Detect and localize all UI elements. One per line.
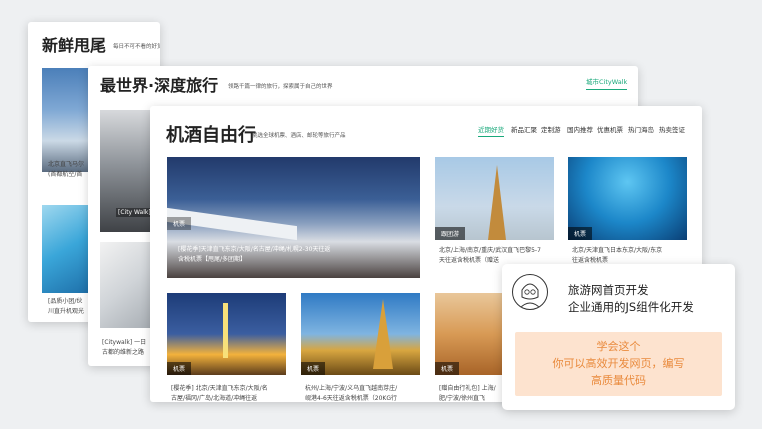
section-subtitle: 每日不可不看的好货 [113,44,160,50]
tab-cheap-flights[interactable]: 优惠机票 [597,124,623,134]
section-subtitle: 领路千篇一律的旅行，探索属于自己的世界 [228,84,333,90]
avatar-icon [512,274,548,310]
citywalk-link[interactable]: 城市CityWalk [586,76,628,90]
photo-tag: 跟团游 [435,227,466,240]
tile-caption[interactable]: 杭州/上海/宁波/义乌直飞越南芽庄/ 岘港4-6天往返含税机票（20KG行 [305,384,423,402]
photo-tag: 机票 [435,362,460,375]
photo-tag: 机票 [167,217,192,230]
photo-winter-trees[interactable]: [City Walk] [100,110,156,232]
tab-custom-tours[interactable]: 定制游 [541,124,561,134]
photo-tag: 机票 [568,227,593,240]
eiffel-shape [488,165,506,240]
section-title: 机酒自由行 [166,125,256,146]
promo-title: 旅游网首页开发 [568,283,649,297]
photo-ice-cave[interactable] [42,205,90,293]
tile-caption[interactable]: [品质小团/伙 川直升机观光 [48,297,92,317]
photo-tag: [City Walk] [116,208,153,217]
photo-snow-port[interactable] [42,68,90,172]
section-title: 新鲜甩尾 [42,36,107,55]
photo-bridge-night[interactable]: 机票 [167,293,286,375]
photo-eiffel-tower[interactable]: 跟团游 [435,157,554,240]
section-title: 最世界·深度旅行 [100,76,219,95]
featured-deal-tile[interactable]: 机票 [樱花季]天津直飞东京/大阪/名古屋/冲绳/札幌2-30天往返 含税机票【… [167,157,420,278]
tab-visa[interactable]: 热卖签证 [659,124,685,134]
photo-aquarium[interactable]: 机票 [568,157,687,240]
photo-tag: 机票 [167,362,192,375]
tab-hot-islands[interactable]: 热门海岛 [628,124,654,134]
section-subtitle: 挑选全球机票、酒店、邮轮等旅行产品 [252,133,346,139]
temple-spire [373,299,393,369]
promo-highlight-box[interactable]: 学会这个 你可以高效开发网页，编写 高质量代码 [515,332,722,396]
photo-thai-temple[interactable]: 机票 [301,293,420,375]
tile-caption[interactable]: 北京直飞马尔 (首都航空/首 [48,160,92,180]
promo-card: 旅游网首页开发 企业通用的JS组件化开发 学会这个 你可以高效开发网页，编写 高… [502,264,735,410]
tile-caption[interactable]: [樱花季] 北京/天津直飞东京/大阪/名 古屋/福冈/广岛/北海道/冲绳往返 [171,384,289,402]
promo-subtitle: 企业通用的JS组件化开发 [568,300,694,314]
tab-domestic[interactable]: 国内推荐 [567,124,593,134]
tile-caption[interactable]: 北京/上海/南京/重庆/武汉直飞巴黎5-7 天往返含税机票（赠送 [439,246,555,266]
photo-white-sculpture[interactable] [100,242,156,328]
tile-caption: [樱花季]天津直飞东京/大阪/名古屋/冲绳/札幌2-30天往返 含税机票【甩尾/… [178,246,331,263]
tile-caption[interactable]: 北京/天津直飞日本东京/大阪/东京 往返含税机票 [572,246,688,266]
tab-recent-deals[interactable]: 近期好货 [478,124,504,137]
photo-tag: 机票 [301,362,326,375]
tab-new-products[interactable]: 新品汇聚 [511,124,537,134]
bridge-tower [223,303,228,358]
